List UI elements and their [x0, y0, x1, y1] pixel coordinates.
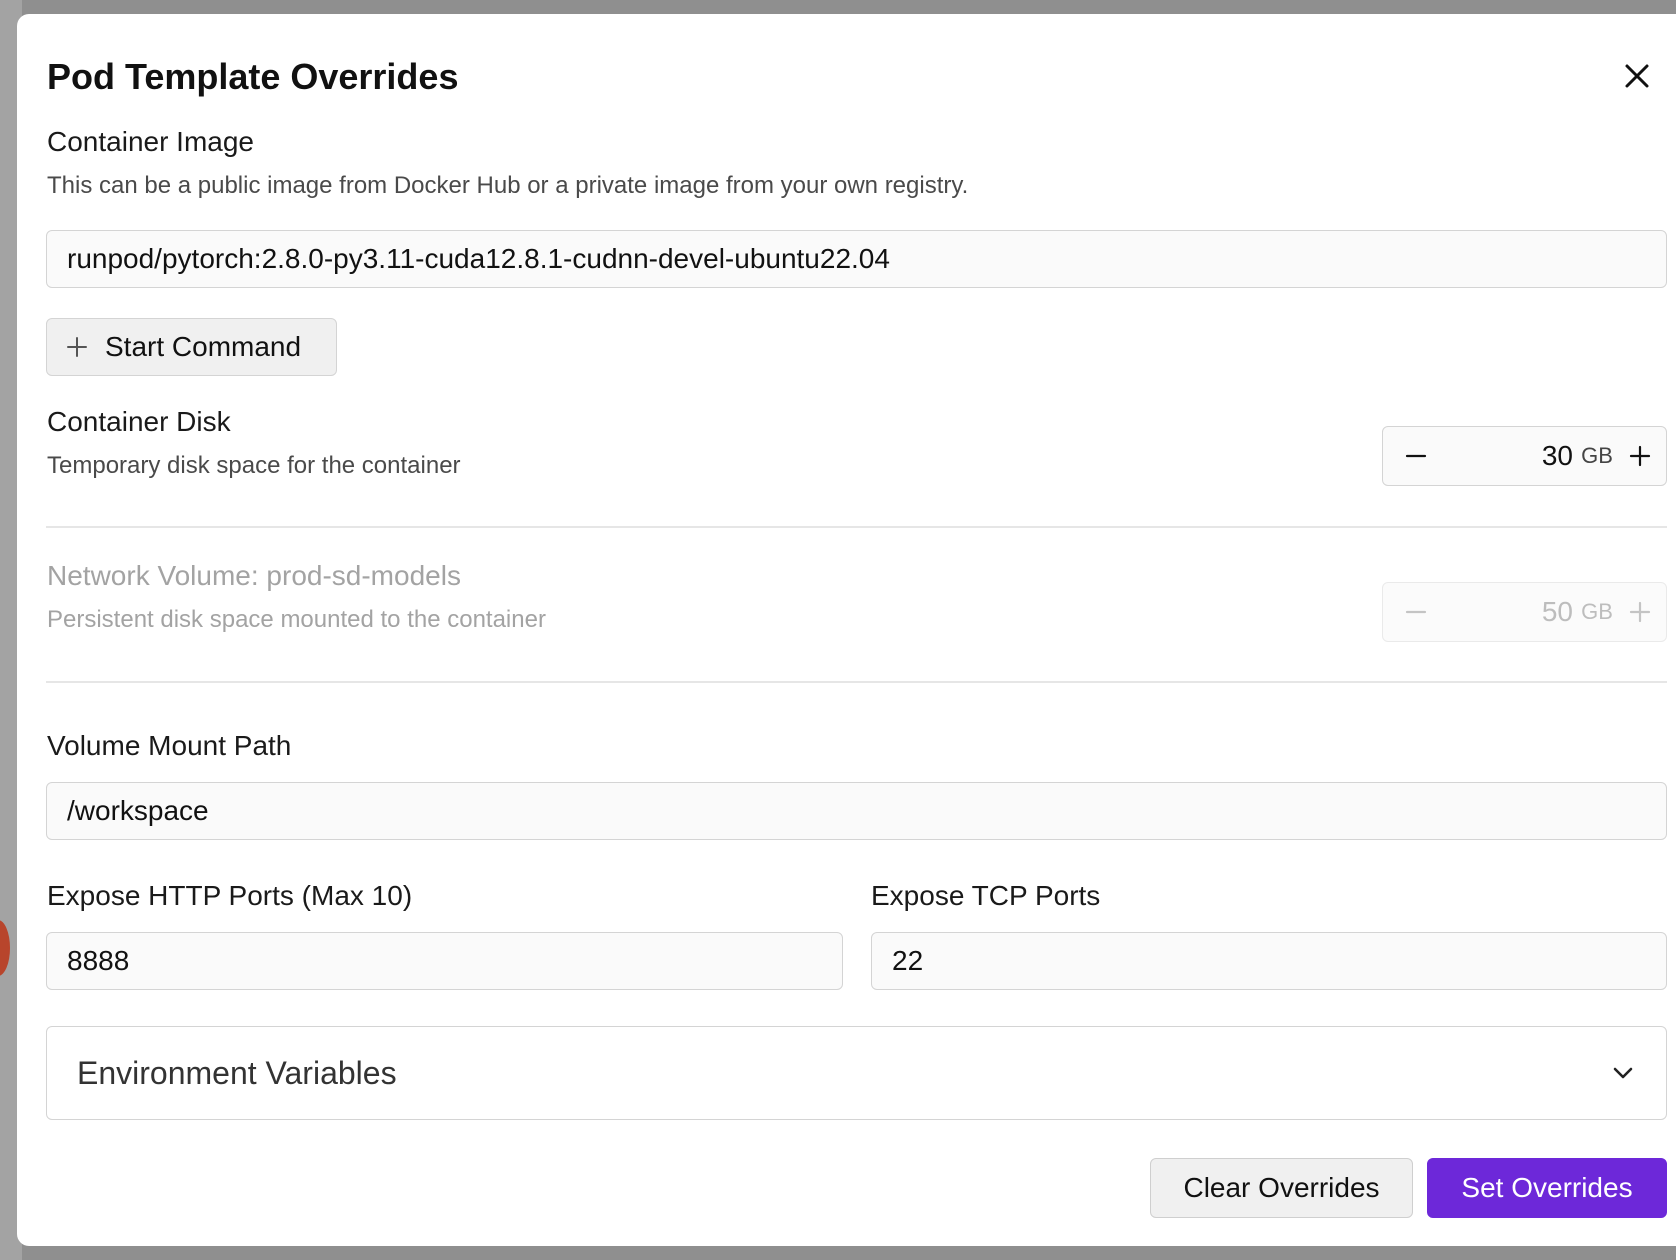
dialog-title: Pod Template Overrides: [47, 56, 459, 97]
network-volume-decrement-button: [1396, 583, 1436, 641]
close-button[interactable]: [1617, 56, 1657, 96]
start-command-button[interactable]: Start Command: [46, 318, 337, 376]
minus-icon: [1405, 610, 1427, 614]
container-disk-stepper[interactable]: 30 GB: [1382, 426, 1667, 486]
container-disk-value[interactable]: 30: [1493, 427, 1573, 485]
start-command-label: Start Command: [105, 331, 302, 362]
pod-template-overrides-dialog: Pod Template Overrides Container Image T…: [17, 14, 1676, 1246]
container-disk-decrement-button[interactable]: [1396, 427, 1436, 485]
section-divider: [46, 526, 1667, 528]
volume-mount-path-label: Volume Mount Path: [47, 730, 292, 761]
plus-icon: [1629, 445, 1651, 467]
section-divider: [46, 681, 1667, 683]
set-overrides-button[interactable]: Set Overrides: [1427, 1158, 1667, 1218]
http-ports-label: Expose HTTP Ports (Max 10): [47, 880, 413, 911]
tcp-ports-input[interactable]: [871, 932, 1667, 990]
volume-mount-path-input[interactable]: [46, 782, 1667, 840]
close-icon: [1625, 64, 1649, 88]
minus-icon: [1405, 454, 1427, 458]
container-image-input[interactable]: [46, 230, 1667, 288]
chevron-down-icon: [1613, 1067, 1633, 1079]
network-volume-stepper: 50 GB: [1382, 582, 1667, 642]
network-volume-value: 50: [1541, 596, 1573, 627]
network-volume-label: Network Volume: prod-sd-models: [47, 560, 461, 591]
container-disk-help: Temporary disk space for the container: [47, 452, 461, 479]
environment-variables-label: Environment Variables: [77, 1055, 397, 1091]
plus-icon: [1629, 601, 1651, 623]
container-disk-increment-button[interactable]: [1620, 427, 1660, 485]
container-image-label: Container Image: [47, 126, 255, 157]
network-volume-unit: GB: [1581, 599, 1613, 624]
http-ports-input[interactable]: [46, 932, 843, 990]
container-image-help: This can be a public image from Docker H…: [47, 172, 969, 199]
container-disk-unit: GB: [1581, 443, 1613, 468]
network-volume-increment-button: [1620, 583, 1660, 641]
network-volume-help: Persistent disk space mounted to the con…: [47, 606, 546, 633]
plus-icon: [65, 335, 89, 359]
environment-variables-accordion[interactable]: Environment Variables: [46, 1026, 1667, 1120]
tcp-ports-label: Expose TCP Ports: [871, 880, 1101, 911]
container-disk-label: Container Disk: [47, 406, 231, 437]
clear-overrides-button[interactable]: Clear Overrides: [1150, 1158, 1413, 1218]
